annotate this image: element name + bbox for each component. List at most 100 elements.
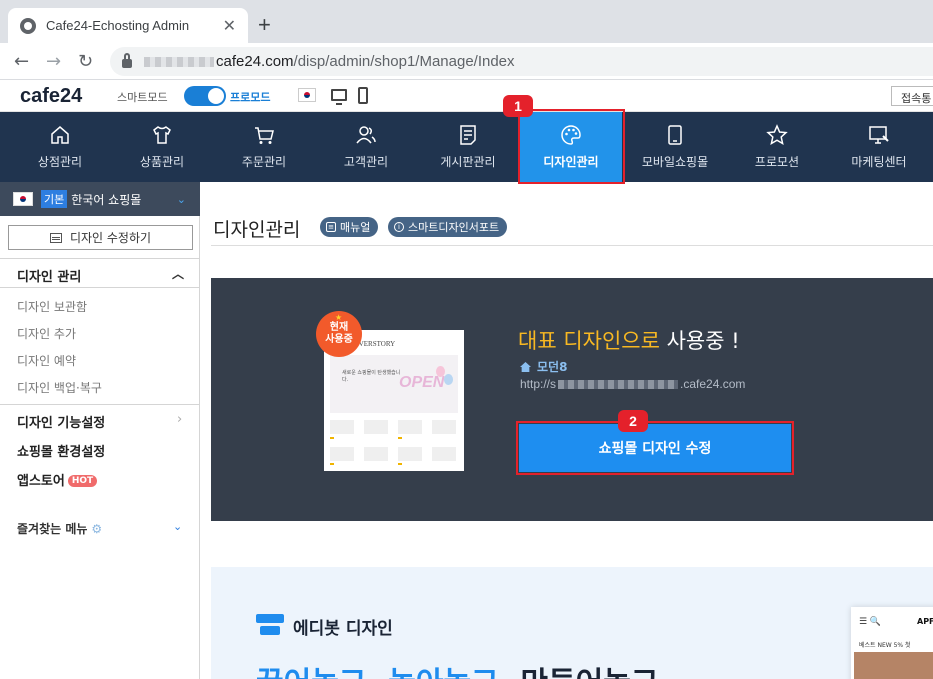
toggle-knob bbox=[208, 88, 224, 104]
step-badge-2: 2 bbox=[618, 410, 648, 432]
phone-menu-icons: ☰ 🔍 bbox=[859, 617, 882, 627]
menu-label: 앱스토어 bbox=[17, 474, 65, 489]
phone-preview: ☰ 🔍 APF 베스트 NEW 5% 첫 bbox=[851, 607, 933, 679]
smart-mode-label[interactable]: 스마트모드 bbox=[117, 89, 168, 105]
sidebar-item-design-reserve[interactable]: 디자인 예약 bbox=[17, 352, 76, 369]
highlight-box-design-nav bbox=[518, 109, 625, 184]
sidebar-item-design-backup[interactable]: 디자인 백업·복구 bbox=[17, 379, 102, 396]
korea-flag-icon[interactable] bbox=[298, 88, 316, 102]
browser-tab[interactable]: Cafe24-Echosting Admin ✕ bbox=[8, 8, 248, 43]
url-redacted bbox=[558, 379, 679, 389]
divider bbox=[0, 404, 200, 405]
menu-label: 디자인 기능설정 bbox=[17, 416, 106, 431]
step-badge-1: 1 bbox=[503, 95, 533, 117]
nav-item-orders[interactable]: 주문관리 bbox=[213, 112, 315, 182]
sidebar: 기본 한국어 쇼핑몰 ⌄ 디자인 수정하기 디자인 관리 ︿ 디자인 보관함 디… bbox=[0, 182, 200, 679]
rep-title-rest: 사용중 ! bbox=[659, 329, 740, 353]
editbot-promo-banner[interactable]: 에디봇 디자인 끌어놓고, 놓아놓고, 만들어놓고 ☰ 🔍 APF 베스트 NE… bbox=[211, 567, 933, 679]
section-title: 디자인 관리 bbox=[17, 270, 82, 285]
page-title: 디자인관리 bbox=[213, 219, 301, 241]
browser-tabstrip: Cafe24-Echosting Admin ✕ + bbox=[0, 0, 933, 43]
nav-label: 주문관리 bbox=[241, 155, 287, 169]
hot-badge: HOT bbox=[67, 475, 98, 487]
url-path: /disp/admin/shop1/Manage/Index bbox=[293, 53, 515, 70]
thumb-cell bbox=[432, 420, 456, 434]
nav-label: 상품관리 bbox=[139, 155, 185, 169]
chrome-favicon-icon bbox=[20, 17, 36, 34]
star-icon bbox=[766, 124, 788, 146]
nav-label: 모바일쇼핑몰 bbox=[641, 155, 709, 169]
url-input[interactable]: cafe24.com/disp/admin/shop1/Manage/Index bbox=[110, 47, 933, 76]
nav-item-products[interactable]: 상품관리 bbox=[111, 112, 213, 182]
thumb-cell bbox=[432, 447, 456, 461]
promo-headline: 끌어놓고, 놓아놓고, 만들어놓고 bbox=[256, 658, 658, 679]
current-use-badge: ★ 현재 사용중 bbox=[316, 311, 362, 357]
badge-line2: 사용중 bbox=[325, 334, 353, 345]
new-tab-button[interactable]: + bbox=[258, 12, 271, 38]
nav-item-store[interactable]: 상점관리 bbox=[9, 112, 111, 182]
customers-icon bbox=[356, 126, 376, 144]
manual-label: 매뉴얼 bbox=[340, 221, 371, 234]
thumb-open-text: OPEN bbox=[399, 374, 445, 391]
url-text: cafe24.com/disp/admin/shop1/Manage/Index bbox=[216, 53, 515, 70]
chevron-right-icon: › bbox=[177, 412, 183, 427]
thumb-price bbox=[398, 463, 402, 465]
shop-selector[interactable]: 기본 한국어 쇼핑몰 ⌄ bbox=[0, 182, 200, 216]
url-prefix: http://s bbox=[520, 377, 557, 391]
url-suffix: .cafe24.com bbox=[680, 377, 746, 391]
nav-item-customers[interactable]: 고객관리 bbox=[315, 112, 417, 182]
thumb-cell bbox=[330, 447, 354, 461]
sidebar-item-design-add[interactable]: 디자인 추가 bbox=[17, 325, 76, 342]
design-edit-sidebar-button[interactable]: 디자인 수정하기 bbox=[8, 225, 193, 250]
favorites-label: 즐겨찾는 메뉴 bbox=[17, 522, 88, 536]
manual-button[interactable]: ≡ 매뉴얼 bbox=[320, 217, 379, 237]
thumb-price bbox=[398, 437, 402, 439]
pro-mode-label[interactable]: 프로모드 bbox=[230, 89, 270, 105]
chevron-down-icon: ⌄ bbox=[176, 192, 186, 206]
sidebar-item-appstore[interactable]: 앱스토어 HOT bbox=[17, 470, 98, 489]
nav-item-board[interactable]: 게시판관리 bbox=[417, 112, 519, 182]
tab-close-icon[interactable]: ✕ bbox=[223, 16, 236, 35]
nav-label: 게시판관리 bbox=[440, 155, 496, 169]
thumb-hero-text: 새로운 쇼핑몰이 탄생했습니다. bbox=[342, 370, 401, 383]
chevron-down-icon[interactable]: ⌄ bbox=[173, 520, 182, 533]
current-design-panel bbox=[211, 278, 933, 521]
url-domain: cafe24.com bbox=[216, 53, 294, 70]
forward-icon[interactable]: → bbox=[46, 51, 61, 72]
back-icon[interactable]: ← bbox=[14, 51, 29, 72]
sidebar-item-design-settings[interactable]: 디자인 기능설정 › bbox=[17, 412, 182, 431]
headline-blue: 끌어놓고, 놓아놓고, bbox=[256, 666, 520, 679]
gear-icon[interactable]: ⚙ bbox=[91, 522, 102, 536]
nav-label: 프로모션 bbox=[754, 155, 800, 169]
sidebar-item-design-storage[interactable]: 디자인 보관함 bbox=[17, 298, 87, 315]
lock-icon bbox=[122, 53, 132, 68]
thumb-cell bbox=[364, 447, 388, 461]
info-icon: i bbox=[394, 222, 404, 232]
access-stats-button[interactable]: 접속통 bbox=[891, 86, 933, 106]
headline-dark: 만들어놓고 bbox=[520, 666, 658, 679]
chevron-up-icon[interactable]: ︿ bbox=[172, 265, 184, 282]
shop-basic-tag: 기본 bbox=[41, 190, 68, 208]
nav-item-promotion[interactable]: 프로모션 bbox=[726, 112, 828, 182]
sidebar-item-shop-environment[interactable]: 쇼핑몰 환경설정 bbox=[17, 441, 105, 460]
representative-design-url[interactable]: http://s .cafe24.com bbox=[520, 377, 745, 391]
support-label: 스마트디자인서포트 bbox=[408, 221, 500, 234]
balloon-icon bbox=[436, 366, 445, 377]
shop-name: 한국어 쇼핑몰 bbox=[71, 192, 142, 207]
favorites-menu[interactable]: 즐겨찾는 메뉴 ⚙ bbox=[17, 520, 102, 537]
nav-item-mobile[interactable]: 모바일쇼핑몰 bbox=[624, 112, 726, 182]
cafe24-logo[interactable]: cafe24 bbox=[20, 85, 82, 108]
reload-icon[interactable]: ↻ bbox=[78, 51, 93, 72]
monitor-icon[interactable] bbox=[331, 89, 347, 105]
mobile-preview-icon[interactable] bbox=[358, 87, 368, 104]
mode-toggle[interactable] bbox=[184, 86, 226, 106]
editor-icon bbox=[49, 232, 62, 243]
design-support-button[interactable]: i 스마트디자인서포트 bbox=[388, 217, 508, 237]
representative-design-name: 모던8 bbox=[520, 358, 567, 375]
shop-design-edit-button[interactable]: 쇼핑몰 디자인 수정 bbox=[519, 424, 791, 472]
design-management-section[interactable]: 디자인 관리 ︿ bbox=[0, 258, 200, 288]
balloon-icon bbox=[444, 374, 453, 385]
design-name: 모던8 bbox=[537, 360, 568, 374]
nav-item-marketing[interactable]: 마케팅센터 bbox=[828, 112, 930, 182]
url-redacted bbox=[144, 56, 214, 67]
